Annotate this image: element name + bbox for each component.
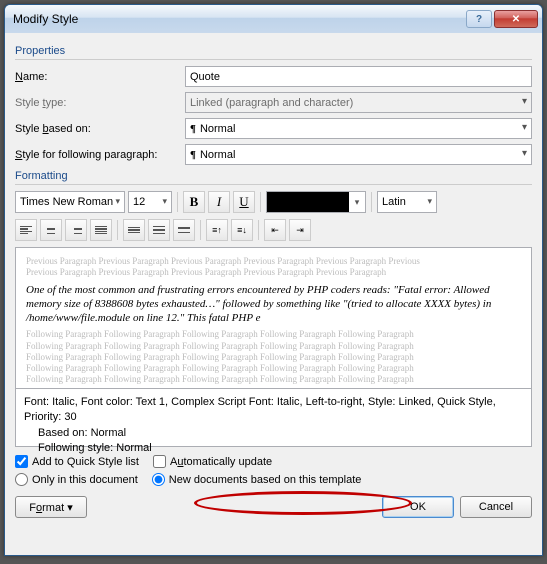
font-color-select[interactable] bbox=[266, 191, 366, 213]
align-justify-button[interactable] bbox=[90, 219, 112, 241]
align-left-button[interactable] bbox=[15, 219, 37, 241]
new-documents-radio[interactable]: New documents based on this template bbox=[152, 473, 362, 486]
space-before-dec-button[interactable]: ≡↓ bbox=[231, 219, 253, 241]
following-select[interactable]: ¶Normal bbox=[185, 144, 532, 165]
preview-pane: Previous Paragraph Previous Paragraph Pr… bbox=[15, 247, 532, 389]
font-size-select[interactable]: 12 bbox=[128, 191, 172, 213]
space-before-inc-button[interactable]: ≡↑ bbox=[206, 219, 228, 241]
ok-button[interactable]: OK bbox=[382, 496, 454, 518]
formatting-header: Formatting bbox=[15, 170, 532, 182]
properties-header: Properties bbox=[15, 45, 532, 57]
paragraph-icon: ¶ bbox=[190, 123, 196, 135]
name-input[interactable]: Quote bbox=[185, 66, 532, 87]
format-button[interactable]: Format ▾ bbox=[15, 496, 87, 518]
italic-button[interactable]: I bbox=[208, 191, 230, 213]
title-bar[interactable]: Modify Style ? ✕ bbox=[5, 5, 542, 33]
align-right-button[interactable] bbox=[65, 219, 87, 241]
line-spacing-1-button[interactable] bbox=[123, 219, 145, 241]
dialog-title: Modify Style bbox=[13, 12, 464, 26]
style-description: Font: Italic, Font color: Text 1, Comple… bbox=[15, 389, 532, 447]
following-label: Style for following paragraph: bbox=[15, 149, 185, 161]
auto-update-checkbox[interactable]: Automatically update bbox=[153, 455, 272, 468]
line-spacing-2-button[interactable] bbox=[173, 219, 195, 241]
add-quick-style-checkbox[interactable]: Add to Quick Style list bbox=[15, 455, 139, 468]
name-label: Name: bbox=[15, 71, 185, 83]
paragraph-icon: ¶ bbox=[190, 149, 196, 161]
font-family-select[interactable]: Times New Roman bbox=[15, 191, 125, 213]
cancel-button[interactable]: Cancel bbox=[460, 496, 532, 518]
modify-style-dialog: Modify Style ? ✕ Properties Name: Quote … bbox=[4, 4, 543, 556]
indent-increase-button[interactable]: ⇥ bbox=[289, 219, 311, 241]
close-button[interactable]: ✕ bbox=[494, 10, 538, 28]
line-spacing-15-button[interactable] bbox=[148, 219, 170, 241]
only-this-document-radio[interactable]: Only in this document bbox=[15, 473, 138, 486]
style-type-select: Linked (paragraph and character) bbox=[185, 92, 532, 113]
indent-decrease-button[interactable]: ⇤ bbox=[264, 219, 286, 241]
style-type-label: Style type: bbox=[15, 97, 185, 109]
based-on-select[interactable]: ¶Normal bbox=[185, 118, 532, 139]
based-on-label: Style based on: bbox=[15, 123, 185, 135]
align-center-button[interactable] bbox=[40, 219, 62, 241]
underline-button[interactable]: U bbox=[233, 191, 255, 213]
script-select[interactable]: Latin bbox=[377, 191, 437, 213]
help-button[interactable]: ? bbox=[466, 10, 492, 28]
bold-button[interactable]: B bbox=[183, 191, 205, 213]
